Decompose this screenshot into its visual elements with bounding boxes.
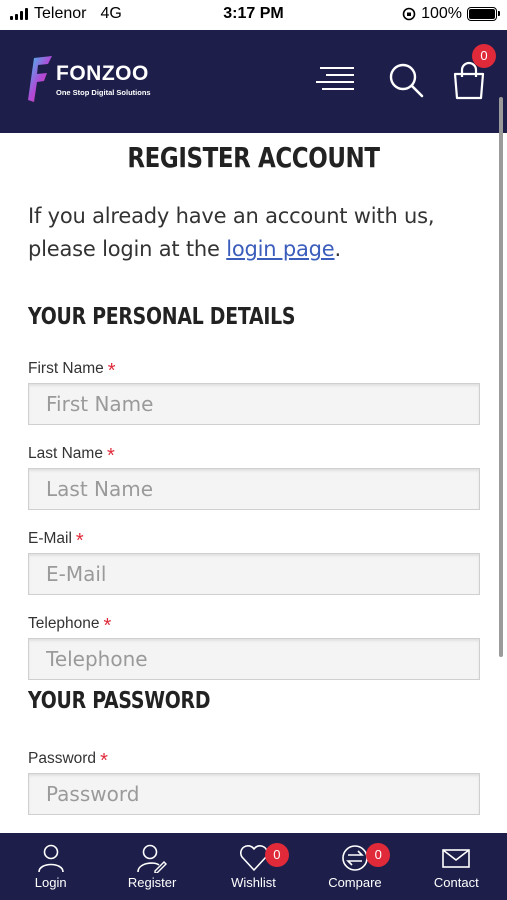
telephone-field: Telephone * — [28, 613, 480, 680]
status-right: 100% — [402, 5, 500, 23]
brand-name: FONZOO — [56, 62, 149, 85]
bottom-nav: Login Register 0 Wishlist 0 Compare Cont… — [0, 833, 507, 900]
email-field: E-Mail * — [28, 528, 480, 595]
nav-wishlist-label: Wishlist — [231, 875, 276, 890]
battery-icon — [467, 7, 500, 21]
email-label-text: E-Mail — [28, 530, 72, 547]
last-name-label-text: Last Name — [28, 445, 103, 462]
orientation-lock-icon — [402, 7, 416, 21]
logo-mark-icon — [28, 56, 52, 102]
intro-period: . — [334, 237, 342, 261]
page-title: REGISTER ACCOUNT — [127, 141, 380, 174]
search-icon[interactable] — [386, 60, 426, 100]
first-name-field: First Name * — [28, 358, 480, 425]
user-edit-icon — [137, 844, 168, 873]
intro-text: If you already have an account with us, … — [28, 200, 479, 266]
last-name-input[interactable] — [28, 468, 480, 510]
password-heading: YOUR PASSWORD — [28, 688, 211, 714]
site-header: FONZOO One Stop Digital Solutions 0 — [0, 30, 507, 133]
register-content: REGISTER ACCOUNT If you already have an … — [0, 133, 507, 833]
telephone-input[interactable] — [28, 638, 480, 680]
battery-percent: 100% — [421, 5, 462, 22]
telephone-label: Telephone * — [28, 615, 111, 636]
password-label-text: Password — [28, 750, 97, 767]
envelope-icon — [442, 849, 471, 868]
password-field: Password * — [28, 748, 480, 815]
telephone-label-text: Telephone — [28, 615, 100, 632]
nav-contact[interactable]: Contact — [406, 833, 507, 900]
required-marker: * — [100, 750, 108, 772]
nav-compare-label: Compare — [328, 875, 382, 890]
wishlist-count-badge: 0 — [264, 843, 289, 867]
first-name-label: First Name * — [28, 360, 116, 381]
required-marker: * — [103, 615, 112, 637]
last-name-label: Last Name * — [28, 445, 115, 466]
brand-logo[interactable]: FONZOO One Stop Digital Solutions — [26, 54, 151, 106]
login-page-link[interactable]: login page — [226, 237, 334, 261]
email-label: E-Mail * — [28, 530, 84, 551]
nav-register-label: Register — [127, 875, 177, 890]
email-input[interactable] — [28, 553, 480, 595]
first-name-input[interactable] — [28, 383, 480, 425]
nav-contact-label: Contact — [433, 875, 479, 890]
status-bar: Telenor 4G 3:17 PM 100% — [0, 0, 507, 30]
nav-login-label: Login — [34, 875, 67, 890]
brand-tagline: One Stop Digital Solutions — [56, 88, 151, 97]
required-marker: * — [75, 530, 84, 552]
password-input[interactable] — [28, 773, 480, 815]
nav-login[interactable]: Login — [0, 833, 101, 900]
required-marker: * — [107, 360, 116, 382]
password-label: Password * — [28, 750, 108, 771]
nav-register[interactable]: Register — [101, 833, 202, 900]
heart-icon — [239, 845, 268, 871]
compare-count-badge: 0 — [366, 843, 391, 867]
page-scrollbar[interactable] — [499, 97, 503, 657]
last-name-field: Last Name * — [28, 443, 480, 510]
menu-icon[interactable] — [316, 64, 356, 94]
cart-count-badge: 0 — [472, 44, 496, 68]
required-marker: * — [106, 445, 115, 467]
personal-details-heading: YOUR PERSONAL DETAILS — [28, 304, 296, 330]
user-icon — [37, 844, 64, 873]
first-name-label-text: First Name — [28, 360, 104, 377]
nav-wishlist[interactable]: 0 Wishlist — [203, 833, 304, 900]
nav-compare[interactable]: 0 Compare — [304, 833, 405, 900]
